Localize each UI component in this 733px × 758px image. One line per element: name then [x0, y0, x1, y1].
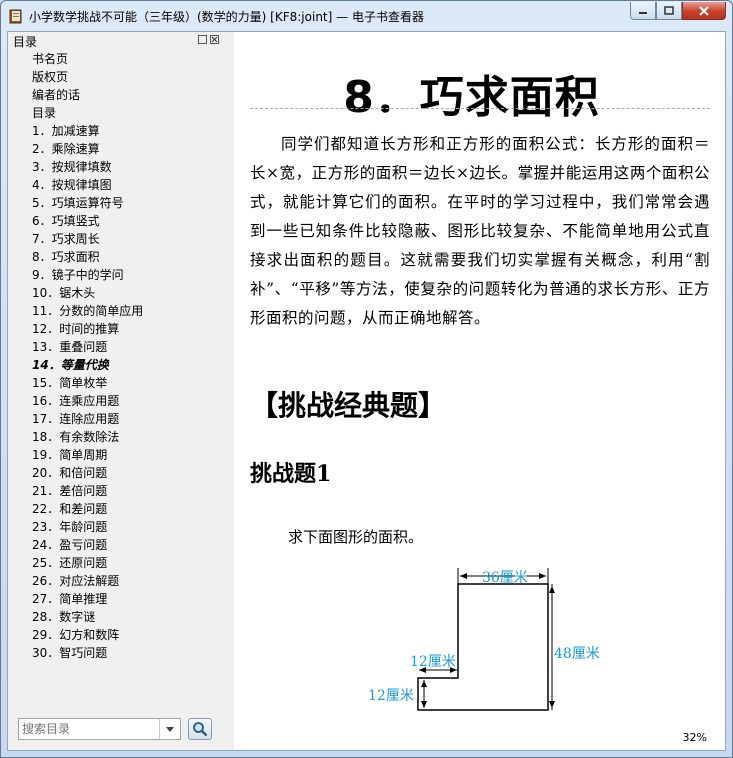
toc-header: 目录: [8, 32, 230, 50]
toc-item[interactable]: 2．乘除速算: [8, 140, 230, 158]
toc-item[interactable]: 16．连乘应用题: [8, 392, 230, 410]
step-label: 12厘米: [410, 654, 456, 670]
toc-list: 书名页 版权页 编者的话 目录 1．加减速算 2．乘除速算 3．按规律填数 4．按规律填图 5．…: [8, 50, 230, 662]
toc-item[interactable]: 19．简单周期: [8, 446, 230, 464]
window-title: 小学数学挑战不可能（三年级）(数学的力量) [KF8:joint] — 电子书查…: [29, 10, 424, 24]
section-heading: 【挑战经典题】: [250, 389, 447, 422]
area-figure: 36厘米 48厘米 12厘米 12厘米: [368, 568, 600, 711]
toc-item[interactable]: 目录: [8, 104, 230, 122]
toc-item[interactable]: 27．简单推理: [8, 590, 230, 608]
toc-item[interactable]: 26．对应法解题: [8, 572, 230, 590]
search-history-dropdown[interactable]: [159, 719, 180, 739]
book-content: 8．巧求面积 同学们都知道长方形和正方形的面积公式：长方形的面积＝长×宽，正方形…: [234, 32, 725, 750]
toc-item[interactable]: 17．连除应用题: [8, 410, 230, 428]
close-icon: [699, 5, 709, 16]
toc-item[interactable]: 28．数字谜: [8, 608, 230, 626]
title-bar[interactable]: 小学数学挑战不可能（三年级）(数学的力量) [KF8:joint] — 电子书查…: [1, 1, 732, 31]
zoom-level: 32%: [682, 731, 707, 744]
toc-item[interactable]: 14．等量代换: [8, 356, 230, 374]
chapter-title: 8．巧求面积: [343, 72, 600, 123]
toc-item[interactable]: 20．和倍问题: [8, 464, 230, 482]
chevron-down-icon: [166, 726, 174, 732]
client-area: 目录 书名页 版权页 编者的话 目录 1．加减速算 2．乘除速算 3．按规律填数 4．按规律填…: [7, 31, 726, 751]
toc-item[interactable]: 29．幻方和数阵: [8, 626, 230, 644]
toc-item[interactable]: 9．镜子中的学问: [8, 266, 230, 284]
maximize-button[interactable]: [656, 2, 682, 20]
toc-search-box: [18, 718, 181, 740]
toc-item[interactable]: 12．时间的推算: [8, 320, 230, 338]
maximize-icon: [664, 6, 674, 15]
toc-item[interactable]: 6．巧填竖式: [8, 212, 230, 230]
book-app-icon: [9, 9, 22, 24]
toc-item[interactable]: 10．锯木头: [8, 284, 230, 302]
minimize-button[interactable]: [630, 2, 656, 20]
close-panel-icon[interactable]: [210, 35, 219, 44]
search-icon: [193, 722, 208, 737]
toc-item[interactable]: 版权页: [8, 68, 230, 86]
title-underline: [250, 108, 710, 109]
intro-paragraph: 同学们都知道长方形和正方形的面积公式：长方形的面积＝长×宽，正方形的面积＝边长×…: [250, 135, 710, 327]
toc-item[interactable]: 23．年龄问题: [8, 518, 230, 536]
left-label: 12厘米: [368, 688, 414, 704]
problem-text: 求下面图形的面积。: [288, 528, 424, 546]
toc-item[interactable]: 22．和差问题: [8, 500, 230, 518]
toc-item[interactable]: 8．巧求面积: [8, 248, 230, 266]
toc-item[interactable]: 书名页: [8, 50, 230, 68]
toc-item[interactable]: 7．巧求周长: [8, 230, 230, 248]
toc-item[interactable]: 编者的话: [8, 86, 230, 104]
toc-search-input[interactable]: [19, 722, 160, 736]
toc-title: 目录: [13, 35, 38, 49]
toc-item[interactable]: 4．按规律填图: [8, 176, 230, 194]
toc-item[interactable]: 13．重叠问题: [8, 338, 230, 356]
close-button[interactable]: [682, 2, 726, 20]
toc-item[interactable]: 5．巧填运算符号: [8, 194, 230, 212]
toc-item[interactable]: 1．加减速算: [8, 122, 230, 140]
minimize-icon: [639, 11, 647, 14]
search-button[interactable]: [188, 718, 212, 740]
toc-item[interactable]: 11．分数的简单应用: [8, 302, 230, 320]
toc-item[interactable]: 15．简单枚举: [8, 374, 230, 392]
toc-item[interactable]: 24．盈亏问题: [8, 536, 230, 554]
app-window: 小学数学挑战不可能（三年级）(数学的力量) [KF8:joint] — 电子书查…: [0, 0, 733, 758]
toc-item[interactable]: 25．还原问题: [8, 554, 230, 572]
right-label: 48厘米: [554, 646, 600, 662]
top-label: 36厘米: [482, 570, 528, 586]
toc-item[interactable]: 21．差倍问题: [8, 482, 230, 500]
float-panel-icon[interactable]: [198, 35, 207, 44]
toc-sidebar: 目录 书名页 版权页 编者的话 目录 1．加减速算 2．乘除速算 3．按规律填数 4．按规律填…: [8, 32, 231, 750]
toc-item[interactable]: 3．按规律填数: [8, 158, 230, 176]
figure-shape: [417, 583, 549, 711]
toc-item[interactable]: 18．有余数除法: [8, 428, 230, 446]
toc-item[interactable]: 30．智巧问题: [8, 644, 230, 662]
problem-heading: 挑战题1: [250, 461, 332, 487]
